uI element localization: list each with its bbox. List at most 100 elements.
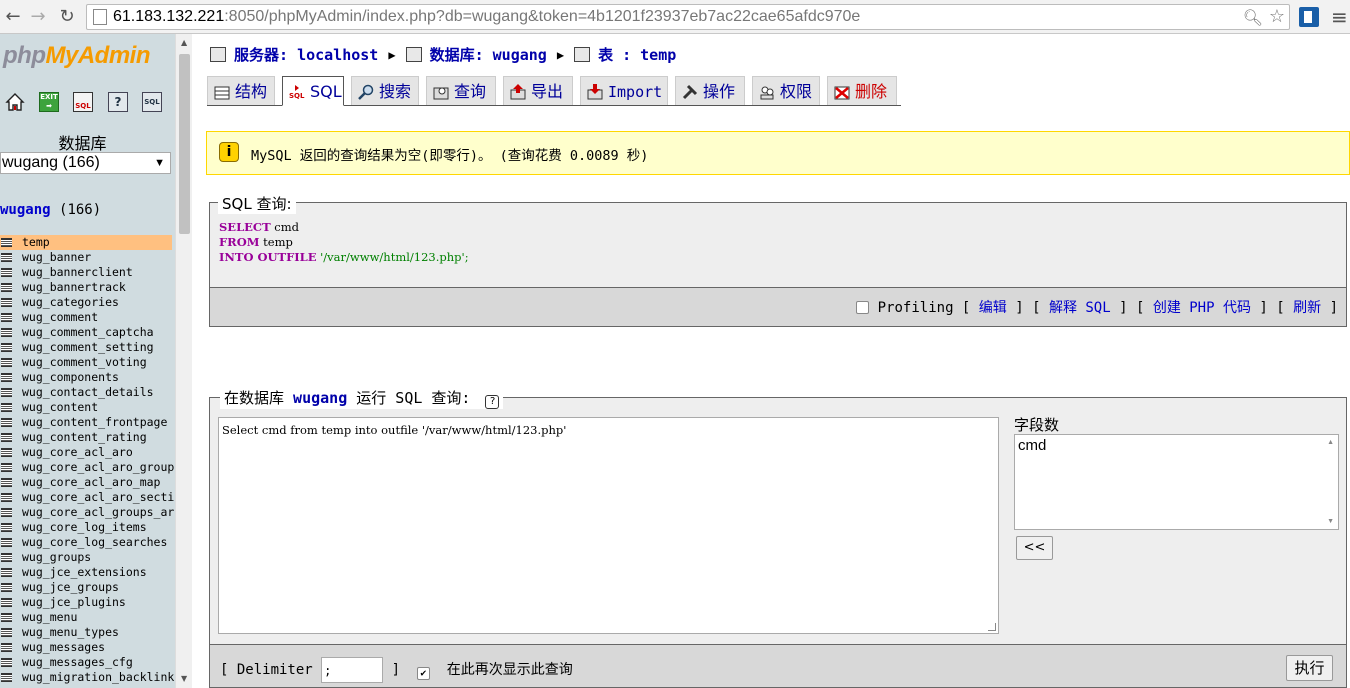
query-window-icon[interactable]: SQL [73, 92, 93, 112]
table-icon[interactable] [1, 388, 12, 397]
table-link[interactable]: temp [640, 46, 676, 64]
table-icon[interactable] [1, 643, 12, 652]
table-list-item[interactable]: temp [0, 235, 172, 250]
table-name-link[interactable]: wug_core_log_items [22, 520, 147, 534]
table-icon[interactable] [1, 478, 12, 487]
table-icon[interactable] [1, 298, 12, 307]
table-list-item[interactable]: wug_jce_plugins [0, 595, 175, 610]
table-list-item[interactable]: wug_categories [0, 295, 175, 310]
table-icon[interactable] [1, 418, 12, 427]
scroll-down-icon[interactable]: ▼ [1327, 518, 1334, 525]
help-icon[interactable]: ? [108, 92, 128, 112]
table-icon[interactable] [1, 553, 12, 562]
fields-listbox[interactable]: cmd ▲ ▼ [1014, 434, 1339, 530]
table-icon[interactable] [1, 358, 12, 367]
address-text[interactable]: 61.183.132.221:8050/phpMyAdmin/index.php… [113, 8, 860, 26]
extension-icon[interactable] [1299, 7, 1319, 27]
tab-structure[interactable]: 结构 [207, 76, 275, 105]
table-name-link[interactable]: wug_comment_setting [22, 340, 154, 354]
table-list-item[interactable]: wug_core_acl_aro_secti [0, 490, 175, 505]
table-icon[interactable] [1, 613, 12, 622]
table-list-item[interactable]: wug_core_acl_aro_group [0, 460, 175, 475]
scroll-up-icon[interactable]: ▲ [181, 38, 187, 47]
table-list-item[interactable]: wug_messages [0, 640, 175, 655]
table-icon[interactable] [1, 283, 12, 292]
php-code-link[interactable]: 创建 PHP 代码 [1153, 300, 1251, 316]
table-list-item[interactable]: wug_core_acl_groups_ar [0, 505, 175, 520]
table-name-link[interactable]: wug_core_acl_aro_secti [22, 490, 174, 504]
table-list-item[interactable]: wug_content_frontpage [0, 415, 175, 430]
table-name-link[interactable]: wug_bannerclient [22, 265, 133, 279]
table-list-item[interactable]: wug_comment_captcha [0, 325, 175, 340]
table-name-link[interactable]: wug_content_rating [22, 430, 147, 444]
table-name-link[interactable]: wug_core_acl_aro_group [22, 460, 174, 474]
table-icon[interactable] [1, 433, 12, 442]
table-icon[interactable] [1, 403, 12, 412]
table-icon[interactable] [1, 253, 12, 262]
server-link[interactable]: localhost [297, 46, 378, 64]
table-icon[interactable] [1, 583, 12, 592]
table-name-link[interactable]: wug_core_acl_aro_map [22, 475, 160, 489]
table-icon[interactable] [1, 493, 12, 502]
scroll-up-icon[interactable]: ▲ [1327, 439, 1334, 446]
insert-field-button[interactable]: << [1016, 536, 1053, 560]
table-name-link[interactable]: wug_categories [22, 295, 119, 309]
table-name-link[interactable]: wug_groups [22, 550, 91, 564]
table-icon[interactable] [1, 628, 12, 637]
table-list-item[interactable]: wug_components [0, 370, 175, 385]
table-name-link[interactable]: wug_core_acl_groups_ar [22, 505, 174, 519]
table-list-item[interactable]: wug_comment [0, 310, 175, 325]
browser-menu-icon[interactable]: ≡ [1331, 5, 1348, 29]
table-name-link[interactable]: wug_contact_details [22, 385, 154, 399]
table-icon[interactable] [1, 598, 12, 607]
table-name-link[interactable]: wug_migration_backlink [22, 670, 174, 684]
database-link[interactable]: wugang [0, 202, 51, 218]
home-icon[interactable] [5, 92, 25, 112]
table-list-item[interactable]: wug_core_log_searches [0, 535, 175, 550]
go-button[interactable]: 执行 [1286, 655, 1333, 681]
table-name-link[interactable]: wug_menu_types [22, 625, 119, 639]
edit-link[interactable]: 编辑 [979, 300, 1007, 316]
table-name-link[interactable]: wug_messages [22, 640, 105, 654]
table-icon[interactable] [1, 658, 12, 667]
help-icon[interactable]: ? [485, 395, 500, 409]
delimiter-input[interactable]: ; [321, 657, 384, 683]
refresh-link[interactable]: 刷新 [1293, 300, 1321, 316]
table-list-item[interactable]: wug_jce_extensions [0, 565, 175, 580]
table-list-item[interactable]: wug_comment_voting [0, 355, 175, 370]
tab-import[interactable]: Import [580, 76, 668, 105]
scroll-down-icon[interactable]: ▼ [181, 674, 187, 683]
table-list-item[interactable]: wug_comment_setting [0, 340, 175, 355]
table-icon[interactable] [1, 268, 12, 277]
table-name-link[interactable]: wug_core_log_searches [22, 535, 167, 549]
table-list-item[interactable]: wug_core_log_items [0, 520, 175, 535]
table-icon[interactable] [1, 328, 12, 337]
scrollbar-thumb[interactable] [179, 54, 190, 234]
field-option[interactable]: cmd [1018, 437, 1335, 454]
table-name-link[interactable]: wug_bannertrack [22, 280, 126, 294]
tab-export[interactable]: 导出 [503, 76, 573, 105]
resize-grip-icon[interactable] [988, 623, 996, 631]
table-list-item[interactable]: wug_content_rating [0, 430, 175, 445]
navigation-scrollbar[interactable]: ▲ ▼ [175, 34, 192, 688]
back-arrow-icon[interactable]: ← [2, 6, 24, 28]
tab-search[interactable]: 搜索 [351, 76, 419, 105]
table-list-item[interactable]: wug_jce_groups [0, 580, 175, 595]
table-icon[interactable] [1, 343, 12, 352]
phpmyadmin-logo[interactable]: phpMyAdmin [3, 42, 150, 70]
table-name-link[interactable]: wug_content [22, 400, 98, 414]
tab-sql[interactable]: SQL SQL [282, 76, 344, 106]
database-select[interactable]: wugang (166) ▼ [0, 152, 171, 174]
table-name-link[interactable]: wug_messages_cfg [22, 655, 133, 669]
table-name-link[interactable]: wug_jce_plugins [22, 595, 126, 609]
table-icon[interactable] [1, 568, 12, 577]
table-icon[interactable] [1, 538, 12, 547]
table-icon[interactable] [1, 508, 12, 517]
show-again-checkbox[interactable]: ✔ [416, 667, 430, 680]
table-icon[interactable] [1, 463, 12, 472]
sql-textarea[interactable]: Select cmd from temp into outfile '/var/… [218, 417, 999, 634]
tab-operations[interactable]: 操作 [675, 76, 745, 105]
table-list-item[interactable]: wug_groups [0, 550, 175, 565]
table-list-item[interactable]: wug_bannerclient [0, 265, 175, 280]
bookmark-star-icon[interactable]: ☆ [1269, 6, 1285, 27]
